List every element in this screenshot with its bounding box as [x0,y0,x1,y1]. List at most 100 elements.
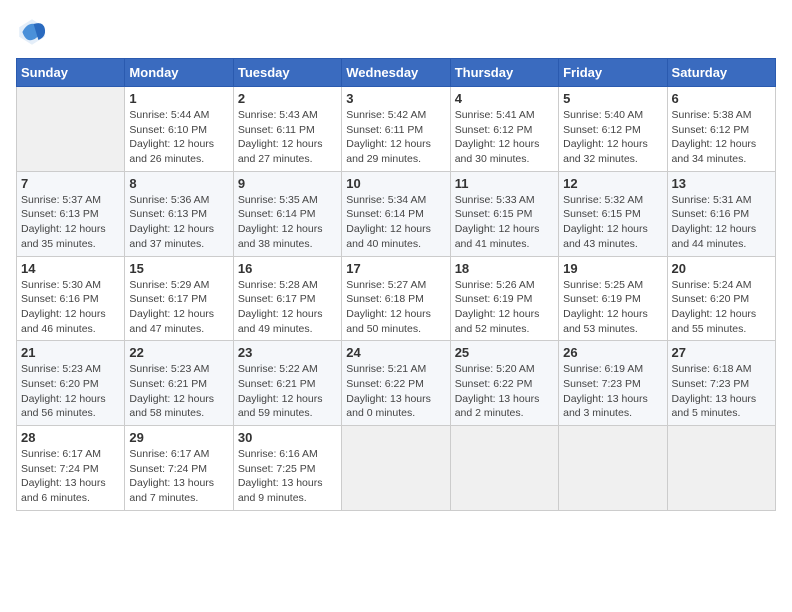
day-detail: Sunrise: 5:25 AM Sunset: 6:19 PM Dayligh… [563,278,662,337]
day-detail: Sunrise: 6:17 AM Sunset: 7:24 PM Dayligh… [129,447,228,506]
day-cell: 19 Sunrise: 5:25 AM Sunset: 6:19 PM Dayli… [559,256,667,341]
day-number: 14 [21,261,120,276]
day-detail: Sunrise: 5:40 AM Sunset: 6:12 PM Dayligh… [563,108,662,167]
day-detail: Sunrise: 6:19 AM Sunset: 7:23 PM Dayligh… [563,362,662,421]
day-number: 16 [238,261,337,276]
day-detail: Sunrise: 5:29 AM Sunset: 6:17 PM Dayligh… [129,278,228,337]
day-number: 12 [563,176,662,191]
day-number: 28 [21,430,120,445]
day-cell: 18 Sunrise: 5:26 AM Sunset: 6:19 PM Dayli… [450,256,558,341]
day-cell: 5 Sunrise: 5:40 AM Sunset: 6:12 PM Daylig… [559,87,667,172]
day-number: 1 [129,91,228,106]
day-cell [559,426,667,511]
day-detail: Sunrise: 5:32 AM Sunset: 6:15 PM Dayligh… [563,193,662,252]
day-number: 18 [455,261,554,276]
day-cell: 20 Sunrise: 5:24 AM Sunset: 6:20 PM Dayli… [667,256,775,341]
day-detail: Sunrise: 6:16 AM Sunset: 7:25 PM Dayligh… [238,447,337,506]
day-number: 23 [238,345,337,360]
day-cell: 17 Sunrise: 5:27 AM Sunset: 6:18 PM Dayli… [342,256,450,341]
week-row-3: 14 Sunrise: 5:30 AM Sunset: 6:16 PM Dayli… [17,256,776,341]
day-number: 20 [672,261,771,276]
day-number: 24 [346,345,445,360]
day-cell: 4 Sunrise: 5:41 AM Sunset: 6:12 PM Daylig… [450,87,558,172]
day-number: 3 [346,91,445,106]
day-number: 19 [563,261,662,276]
day-detail: Sunrise: 5:33 AM Sunset: 6:15 PM Dayligh… [455,193,554,252]
day-detail: Sunrise: 5:26 AM Sunset: 6:19 PM Dayligh… [455,278,554,337]
day-cell: 16Sunrise: 5:28 AM Sunset: 6:17 PM Dayli… [233,256,341,341]
day-number: 6 [672,91,771,106]
day-detail: Sunrise: 5:41 AM Sunset: 6:12 PM Dayligh… [455,108,554,167]
day-detail: Sunrise: 5:31 AM Sunset: 6:16 PM Dayligh… [672,193,771,252]
week-row-2: 7Sunrise: 5:37 AM Sunset: 6:13 PM Daylig… [17,171,776,256]
day-cell: 1 Sunrise: 5:44 AM Sunset: 6:10 PM Daylig… [125,87,233,172]
day-header-sunday: Sunday [17,59,125,87]
day-detail: Sunrise: 5:42 AM Sunset: 6:11 PM Dayligh… [346,108,445,167]
day-number: 2 [238,91,337,106]
day-cell: 11 Sunrise: 5:33 AM Sunset: 6:15 PM Dayli… [450,171,558,256]
day-number: 13 [672,176,771,191]
day-number: 4 [455,91,554,106]
day-number: 30 [238,430,337,445]
day-cell: 23 Sunrise: 5:22 AM Sunset: 6:21 PM Dayli… [233,341,341,426]
logo [16,16,52,48]
day-cell: 3 Sunrise: 5:42 AM Sunset: 6:11 PM Daylig… [342,87,450,172]
day-number: 5 [563,91,662,106]
day-cell [667,426,775,511]
day-header-friday: Friday [559,59,667,87]
week-row-1: 1 Sunrise: 5:44 AM Sunset: 6:10 PM Daylig… [17,87,776,172]
day-number: 17 [346,261,445,276]
week-row-4: 21 Sunrise: 5:23 AM Sunset: 6:20 PM Dayli… [17,341,776,426]
day-number: 27 [672,345,771,360]
header-row: SundayMondayTuesdayWednesdayThursdayFrid… [17,59,776,87]
day-detail: Sunrise: 5:36 AM Sunset: 6:13 PM Dayligh… [129,193,228,252]
day-number: 11 [455,176,554,191]
day-number: 26 [563,345,662,360]
day-header-wednesday: Wednesday [342,59,450,87]
day-cell [450,426,558,511]
day-detail: Sunrise: 6:17 AM Sunset: 7:24 PM Dayligh… [21,447,120,506]
day-cell: 26 Sunrise: 6:19 AM Sunset: 7:23 PM Dayli… [559,341,667,426]
day-detail: Sunrise: 5:20 AM Sunset: 6:22 PM Dayligh… [455,362,554,421]
day-number: 10 [346,176,445,191]
day-cell: 12 Sunrise: 5:32 AM Sunset: 6:15 PM Dayli… [559,171,667,256]
day-detail: Sunrise: 5:30 AM Sunset: 6:16 PM Dayligh… [21,278,120,337]
day-cell: 6 Sunrise: 5:38 AM Sunset: 6:12 PM Daylig… [667,87,775,172]
day-cell [342,426,450,511]
day-cell: 29 Sunrise: 6:17 AM Sunset: 7:24 PM Dayli… [125,426,233,511]
day-cell: 10Sunrise: 5:34 AM Sunset: 6:14 PM Dayli… [342,171,450,256]
page-header [16,16,776,48]
day-detail: Sunrise: 6:18 AM Sunset: 7:23 PM Dayligh… [672,362,771,421]
logo-icon [16,16,48,48]
day-detail: Sunrise: 5:23 AM Sunset: 6:20 PM Dayligh… [21,362,120,421]
calendar-table: SundayMondayTuesdayWednesdayThursdayFrid… [16,58,776,511]
day-detail: Sunrise: 5:38 AM Sunset: 6:12 PM Dayligh… [672,108,771,167]
day-number: 22 [129,345,228,360]
day-number: 8 [129,176,228,191]
day-number: 9 [238,176,337,191]
day-number: 29 [129,430,228,445]
day-number: 15 [129,261,228,276]
day-cell: 7Sunrise: 5:37 AM Sunset: 6:13 PM Daylig… [17,171,125,256]
day-header-saturday: Saturday [667,59,775,87]
day-detail: Sunrise: 5:21 AM Sunset: 6:22 PM Dayligh… [346,362,445,421]
day-cell [17,87,125,172]
day-detail: Sunrise: 5:23 AM Sunset: 6:21 PM Dayligh… [129,362,228,421]
day-number: 7 [21,176,120,191]
day-cell: 30 Sunrise: 6:16 AM Sunset: 7:25 PM Dayli… [233,426,341,511]
day-cell: 21 Sunrise: 5:23 AM Sunset: 6:20 PM Dayli… [17,341,125,426]
day-cell: 8 Sunrise: 5:36 AM Sunset: 6:13 PM Daylig… [125,171,233,256]
day-cell: 24 Sunrise: 5:21 AM Sunset: 6:22 PM Dayli… [342,341,450,426]
day-cell: 27 Sunrise: 6:18 AM Sunset: 7:23 PM Dayli… [667,341,775,426]
day-number: 25 [455,345,554,360]
day-detail: Sunrise: 5:24 AM Sunset: 6:20 PM Dayligh… [672,278,771,337]
day-detail: Sunrise: 5:43 AM Sunset: 6:11 PM Dayligh… [238,108,337,167]
day-number: 21 [21,345,120,360]
day-detail: Sunrise: 5:44 AM Sunset: 6:10 PM Dayligh… [129,108,228,167]
day-detail: Sunrise: 5:27 AM Sunset: 6:18 PM Dayligh… [346,278,445,337]
day-cell: 2 Sunrise: 5:43 AM Sunset: 6:11 PM Daylig… [233,87,341,172]
day-cell: 22 Sunrise: 5:23 AM Sunset: 6:21 PM Dayli… [125,341,233,426]
day-header-tuesday: Tuesday [233,59,341,87]
day-cell: 14 Sunrise: 5:30 AM Sunset: 6:16 PM Dayli… [17,256,125,341]
day-detail: Sunrise: 5:22 AM Sunset: 6:21 PM Dayligh… [238,362,337,421]
